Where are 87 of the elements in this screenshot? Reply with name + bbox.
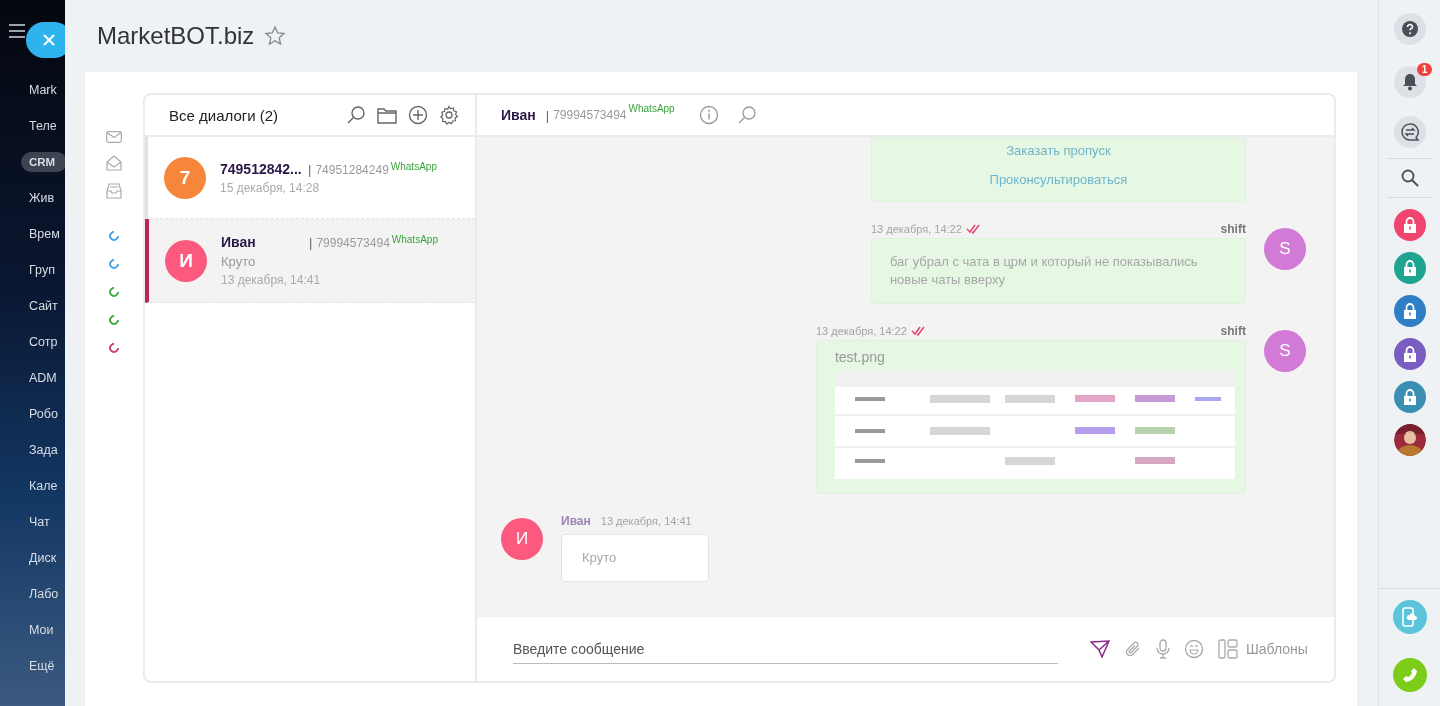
send-icon[interactable] — [1090, 640, 1110, 658]
avatar: S — [1263, 330, 1306, 372]
message-text: Круто — [582, 549, 618, 567]
message-time: 13 декабря, 14:41 — [600, 515, 692, 527]
channel-label: WhatsApp — [628, 103, 675, 114]
open-envelope-icon[interactable] — [106, 155, 122, 171]
dialog-date: 15 декабря, 14:28 — [220, 180, 321, 195]
nav-item[interactable]: Чат — [0, 504, 65, 540]
phone-icon[interactable] — [1401, 666, 1420, 684]
locked-chat-button[interactable] — [1394, 295, 1427, 327]
call-button[interactable] — [1393, 658, 1428, 692]
chat-icon[interactable] — [1400, 122, 1421, 142]
bell-icon[interactable] — [1402, 73, 1419, 91]
info-icon[interactable] — [698, 105, 719, 125]
lock-icon[interactable] — [1403, 217, 1418, 233]
nav-item[interactable]: Врем — [0, 216, 65, 252]
locked-chat-button[interactable] — [1394, 252, 1427, 284]
nav-item[interactable]: Жив — [0, 180, 65, 216]
add-icon[interactable] — [408, 105, 428, 125]
author-name: shift — [1220, 324, 1246, 338]
lock-icon[interactable] — [1403, 389, 1418, 405]
avatar: И — [165, 239, 207, 282]
phone-number: 79994573494 — [553, 108, 627, 122]
avatar: S — [1263, 228, 1306, 270]
help-button[interactable] — [1394, 13, 1427, 45]
channel-label: WhatsApp — [391, 234, 438, 245]
contact-name: 749512842... — [220, 160, 303, 177]
help-icon[interactable] — [1401, 20, 1420, 38]
message-input[interactable]: Введите сообщение — [513, 634, 1058, 664]
message-time: 13 декабря, 14:22 — [870, 223, 962, 235]
phone-sync-button[interactable] — [1393, 600, 1428, 634]
envelope-icon[interactable] — [106, 131, 122, 143]
close-button[interactable] — [26, 22, 65, 58]
lock-icon[interactable] — [1403, 303, 1418, 319]
nav-item[interactable]: CRM — [0, 144, 65, 180]
nav-item[interactable]: Груп — [0, 252, 65, 288]
nav-item[interactable]: Зада — [0, 432, 65, 468]
channel-label: WhatsApp — [390, 160, 437, 172]
nav-item[interactable]: Ещё — [0, 648, 65, 684]
phone-cloud-icon[interactable] — [1401, 607, 1420, 627]
dialog-date: 13 декабря, 14:41 — [221, 273, 322, 287]
phone-number: 79994573494 — [316, 236, 390, 250]
notification-badge: 1 — [1416, 63, 1433, 76]
separator-text: | — [308, 161, 312, 177]
contact-name: Иван — [221, 234, 257, 250]
nav-item[interactable]: Диск — [0, 540, 65, 576]
search-icon[interactable] — [346, 105, 366, 125]
phone-number: 74951284249 — [315, 162, 389, 177]
nav-item[interactable]: ADM — [0, 360, 65, 396]
separator-text: | — [309, 235, 313, 250]
nav-item[interactable]: Теле — [0, 108, 65, 144]
notifications-button[interactable] — [1394, 66, 1427, 98]
message-text: баг убрал с чата в црм и который не показывались новые чаты вверху — [889, 253, 1199, 289]
nav-item[interactable]: Кале — [0, 468, 65, 504]
page-title: MarketBOT.biz — [97, 22, 255, 50]
author-name: shift — [1220, 222, 1246, 236]
lock-icon[interactable] — [1403, 260, 1418, 276]
settings-icon[interactable] — [439, 105, 459, 125]
nav-item[interactable]: Сайт — [0, 288, 65, 324]
tray-icon[interactable] — [106, 183, 122, 199]
nav-item[interactable]: Мои — [0, 612, 65, 648]
star-icon[interactable] — [264, 25, 287, 47]
message-preview: Круто — [221, 254, 257, 269]
locked-chat-button[interactable] — [1394, 338, 1427, 370]
chat-button[interactable] — [1394, 116, 1427, 148]
nav-item[interactable]: Сотр — [0, 324, 65, 360]
menu-icon[interactable] — [8, 24, 26, 38]
templates-icon[interactable] — [1218, 639, 1238, 659]
avatar: И — [501, 518, 543, 560]
locked-chat-button[interactable] — [1394, 381, 1427, 413]
search-icon[interactable] — [1401, 169, 1420, 187]
emoji-icon[interactable] — [1184, 639, 1204, 659]
list-title: Все диалоги (2) — [169, 106, 280, 124]
avatar: 7 — [164, 156, 206, 199]
message-time: 13 декабря, 14:22 — [815, 325, 907, 337]
author-name: Иван — [561, 514, 591, 528]
microphone-icon[interactable] — [1156, 639, 1170, 659]
nav-item[interactable]: Робо — [0, 396, 65, 432]
folder-icon[interactable] — [377, 106, 397, 124]
separator-text: | — [545, 107, 550, 123]
locked-chat-button[interactable] — [1394, 209, 1427, 241]
contact-name: Иван — [501, 107, 536, 123]
lock-icon[interactable] — [1403, 346, 1418, 362]
paperclip-icon[interactable] — [1124, 640, 1142, 658]
nav-item[interactable]: Mark — [0, 72, 65, 108]
close-icon[interactable] — [43, 34, 55, 46]
nav-item[interactable]: Лабо — [0, 576, 65, 612]
